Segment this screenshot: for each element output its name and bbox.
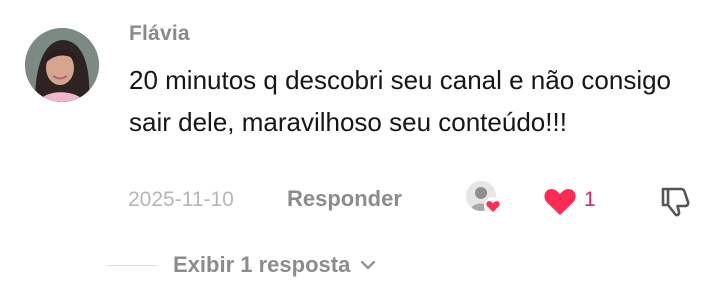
comment-username[interactable]: Flávia (129, 22, 190, 46)
comment-actions-bar: 2025-11-10 Responder 1 (0, 179, 720, 223)
creator-liked-badge (466, 181, 502, 217)
avatar-image (25, 28, 99, 102)
chevron-down-icon (360, 260, 375, 270)
creator-heart-icon (484, 197, 502, 215)
comment-text: 20 minutos q descobri seu canal e não co… (129, 65, 672, 137)
comment-item: Flávia 20 minutos q descobri seu canal e… (0, 0, 720, 289)
like-count: 1 (584, 188, 596, 211)
reply-button[interactable]: Responder (287, 186, 402, 212)
thumbs-down-icon[interactable] (657, 183, 693, 219)
heart-icon[interactable] (542, 184, 578, 218)
comment-date: 2025-11-10 (128, 188, 234, 211)
view-replies-button[interactable]: Exibir 1 resposta (173, 252, 377, 280)
view-replies-label: Exibir 1 resposta (173, 252, 351, 277)
replies-divider (107, 265, 157, 266)
user-avatar[interactable] (25, 28, 99, 102)
